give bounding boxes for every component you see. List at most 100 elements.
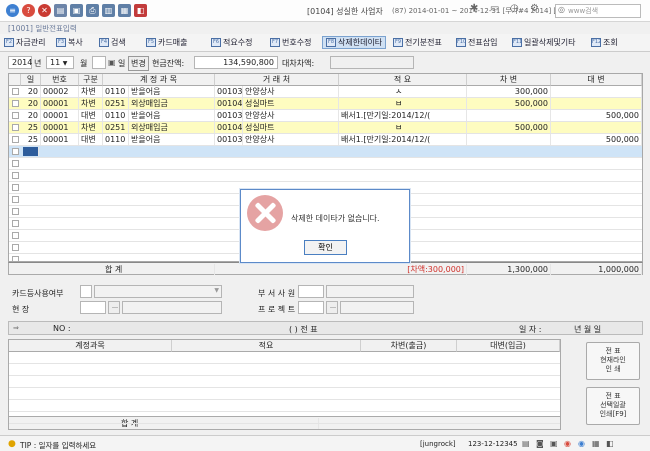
menu-btn-edit-desc[interactable]: F6 적요수정 <box>211 36 252 49</box>
table-row[interactable]: 25 00001 차변 0251 외상매입금 00104 성실마트 ㅂ 500,… <box>9 122 642 134</box>
vgrid-row-empty <box>9 388 560 400</box>
vgrid-header-debit: 차변(출금) <box>361 340 457 352</box>
menu-btn-insert-voucher[interactable]: F10 전표삽입 <box>456 36 497 49</box>
close-icon[interactable]: ✕ <box>38 4 51 17</box>
calendar-icon[interactable]: ▣ <box>108 58 116 67</box>
f9-icon: F9 <box>393 38 403 47</box>
cash-balance-label: 현금잔액: <box>152 59 185 68</box>
row-checkbox[interactable] <box>12 100 19 107</box>
print-selected-batch-button[interactable]: 전 표 선택일괄 인쇄[F9] <box>586 387 640 425</box>
menu-btn-deleted-data[interactable]: F8 삭제한데이타 <box>322 36 387 49</box>
ok-button[interactable]: 확인 <box>304 240 347 255</box>
site-code-input[interactable] <box>80 301 106 314</box>
row-checkbox[interactable] <box>12 160 19 167</box>
card-select[interactable]: ▼ <box>94 285 222 298</box>
www-search-input[interactable]: ◎ www검색 <box>555 4 641 18</box>
total-label: 합 계 <box>103 264 215 275</box>
menu-btn-query[interactable]: F12 조회 <box>591 36 618 49</box>
f6-icon: F6 <box>211 38 221 47</box>
exit-icon[interactable]: ◧ <box>134 4 147 17</box>
table-row-empty[interactable] <box>9 158 642 170</box>
chevron-down-icon: ▼ <box>214 287 219 294</box>
menu-btn-copy[interactable]: F3 복사 <box>56 36 83 49</box>
row-checkbox[interactable] <box>12 232 19 239</box>
row-checkbox[interactable] <box>12 208 19 215</box>
grid-header-partner: 거 래 처 <box>215 74 339 86</box>
chat-icon[interactable]: ▣ <box>550 439 558 448</box>
vgrid-header-credit: 대변(입금) <box>457 340 560 352</box>
row-checkbox[interactable] <box>12 220 19 227</box>
print-current-line-button[interactable]: 전 표 현재라인 인 쇄 <box>586 342 640 380</box>
change-button[interactable]: 변경 <box>128 56 149 71</box>
settings-icon[interactable]: ⚙ <box>530 3 539 14</box>
table-row[interactable]: 20 00001 차변 0251 외상매입금 00104 성실마트 ㅂ 500,… <box>9 98 642 110</box>
row-checkbox[interactable] <box>12 148 19 155</box>
grid-header-debit: 차 변 <box>467 74 551 86</box>
project-code-input[interactable] <box>298 301 324 314</box>
f7-icon: F7 <box>270 38 280 47</box>
exit-icon[interactable]: ◧ <box>606 439 614 448</box>
page-title: [1001] 일반전표입력 <box>8 24 77 33</box>
tip-text: TIP : 일자를 입력하세요 <box>20 441 97 450</box>
grid-header-desc: 적 요 <box>339 74 467 86</box>
project-label: 프 로 젝 트 <box>258 305 296 314</box>
row-checkbox[interactable] <box>12 124 19 131</box>
company-name: [0104] 성실한 사업자 <box>307 6 383 17</box>
save-icon[interactable]: ▦ <box>118 4 131 17</box>
grid-header-day: 일 <box>21 74 41 86</box>
table-row[interactable]: 25 00001 대변 0110 받을어음 00103 안양상사 배서1.[만기… <box>9 134 642 146</box>
grid-header-div: 구분 <box>79 74 103 86</box>
row-checkbox[interactable] <box>12 172 19 179</box>
tools-icon[interactable]: ✱ <box>470 3 478 14</box>
menu-home-icon[interactable]: ≡ <box>6 4 19 17</box>
message-dialog: 삭제한 데이타가 없습니다. 확인 <box>240 189 410 263</box>
search-placeholder: www검색 <box>568 7 599 15</box>
row-checkbox[interactable] <box>12 88 19 95</box>
table-row[interactable]: 20 00001 대변 0110 받을어음 00103 안양상사 배서1.[만기… <box>9 110 642 122</box>
day-input[interactable] <box>92 56 106 69</box>
table-row[interactable]: 20 00002 차변 0110 받을어음 00103 안양상사 ㅅ 300,0… <box>9 86 642 98</box>
table-row-selected[interactable] <box>9 146 642 158</box>
tax-icon[interactable]: ▤ <box>522 439 530 448</box>
site-lookup-icon[interactable]: … <box>108 301 120 314</box>
menu-btn-prev-voucher[interactable]: F9 전기분전표 <box>393 36 442 49</box>
calc-icon[interactable]: ▦ <box>592 439 600 448</box>
menu-btn-batch-delete[interactable]: F11 일괄삭제및기타 <box>512 36 576 49</box>
menu-btn-card-sales[interactable]: F5 카드매출 <box>146 36 187 49</box>
dept-code-input[interactable] <box>298 285 324 298</box>
alert-icon[interactable]: ◉ <box>564 439 571 448</box>
help-icon[interactable]: ? <box>22 4 35 17</box>
card-usage-checkbox[interactable] <box>80 285 92 298</box>
row-checkbox[interactable] <box>12 112 19 119</box>
table-row-empty[interactable] <box>9 170 642 182</box>
grid-header-account: 계 정 과 목 <box>103 74 215 86</box>
vgrid-row-empty <box>9 412 560 424</box>
user-id: [jungrock] <box>420 440 456 448</box>
vgrid-row-empty <box>9 400 560 412</box>
month-select[interactable]: 11 ▼ <box>46 56 74 69</box>
query-icon[interactable]: ▥ <box>102 4 115 17</box>
row-checkbox[interactable] <box>12 136 19 143</box>
voucher-print-grid: 계정과목 적요 차변(출금) 대변(입금) 합 계 <box>8 339 561 430</box>
voucher-no-label: NO : <box>53 324 71 333</box>
card-usage-label: 카드등사용여부 <box>12 289 64 298</box>
year-input[interactable]: 2014 <box>8 56 32 69</box>
menu-btn-edit-number[interactable]: F7 번호수정 <box>270 36 311 49</box>
info-icon[interactable]: ◉ <box>578 439 585 448</box>
window-icon[interactable]: ▭ <box>490 3 499 14</box>
delete-icon[interactable]: ▣ <box>70 4 83 17</box>
camera-icon[interactable]: ◙ <box>536 439 544 448</box>
f2-icon: F2 <box>4 38 14 47</box>
project-lookup-icon[interactable]: … <box>326 301 338 314</box>
row-checkbox[interactable] <box>12 196 19 203</box>
clock-icon[interactable]: ◷ <box>510 3 519 14</box>
menu-btn-search[interactable]: F4 검색 <box>99 36 126 49</box>
cash-balance-value: 134,590,800 <box>194 56 278 69</box>
function-menu-bar: F2 자금관리 F3 복사 F4 검색 F5 카드매출 F6 적요수정 F7 번호수정 F8… <box>0 34 650 52</box>
print-icon[interactable]: ⎙ <box>86 4 99 17</box>
row-checkbox[interactable] <box>12 184 19 191</box>
day-cell-cursor[interactable] <box>23 147 39 156</box>
code-icon[interactable]: ▤ <box>54 4 67 17</box>
row-checkbox[interactable] <box>12 244 19 251</box>
menu-btn-fund[interactable]: F2 자금관리 <box>4 36 45 49</box>
